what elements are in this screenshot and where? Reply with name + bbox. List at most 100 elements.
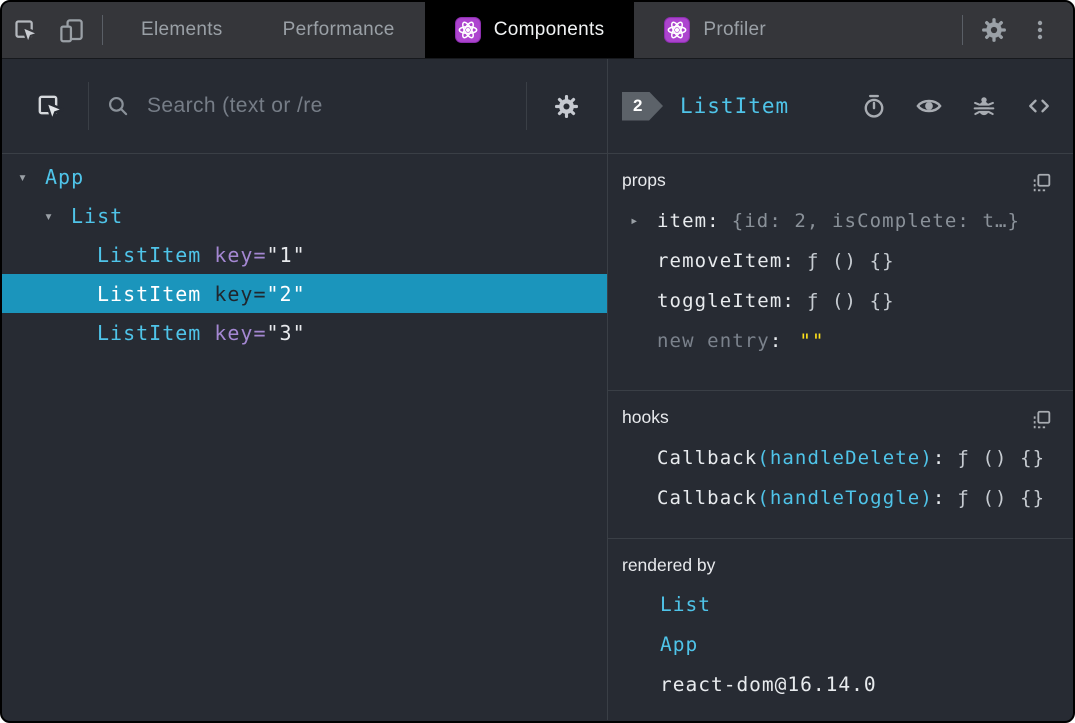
details-header-actions [861, 92, 1053, 120]
rendered-by-app[interactable]: App [616, 624, 1061, 664]
component-name: ListItem [97, 242, 202, 267]
new-entry-name[interactable]: new entry [657, 330, 770, 352]
expander-open-icon[interactable]: ▾ [44, 207, 71, 225]
settings-button[interactable] [971, 2, 1017, 58]
rendered-by-renderer: react-dom@16.14.0 [616, 664, 1061, 704]
key-attribute-value: "2" [266, 281, 306, 306]
hook-value: ƒ () {} [957, 486, 1046, 509]
hook-row-handletoggle: Callback (handleToggle): ƒ () {} [616, 478, 1061, 517]
inspect-dom-button[interactable] [915, 92, 943, 120]
search-input[interactable] [147, 94, 510, 118]
key-attribute-value: "3" [266, 320, 306, 345]
prop-row-new-entry[interactable]: new entry: "" [616, 321, 1061, 360]
renderer-version: react-dom@16.14.0 [660, 672, 877, 696]
hook-row-handledelete: Callback (handleDelete): ƒ () {} [616, 438, 1061, 477]
selected-component-name: ListItem [680, 94, 790, 118]
equals-sign: = [253, 281, 267, 306]
copy-props-button[interactable] [1031, 172, 1053, 194]
select-component-button[interactable] [26, 92, 72, 121]
component-name: ListItem [97, 281, 202, 306]
hook-label: (handleDelete) [757, 446, 933, 469]
details-header: 2 ListItem [608, 59, 1073, 154]
component-name: App [45, 164, 85, 189]
inspect-element-button[interactable] [2, 2, 48, 58]
tree-row-app[interactable]: ▾ App [2, 157, 607, 196]
component-tree: ▾ App ▾ List ListItem key = "1" ListItem key… [2, 154, 607, 352]
tree-row-listitem-3[interactable]: ListItem key = "3" [2, 313, 607, 352]
colon: : [782, 289, 795, 312]
colon: : [932, 446, 946, 469]
eye-icon [915, 92, 943, 120]
toolbar-divider [102, 15, 103, 45]
equals-sign: = [253, 320, 267, 345]
hook-type: Callback [657, 486, 758, 509]
react-logo-icon [664, 17, 691, 43]
tab-label: Elements [141, 19, 223, 40]
tab-profiler[interactable]: Profiler [634, 2, 796, 58]
key-attribute-name: key [214, 320, 254, 345]
key-attribute-name: key [214, 281, 254, 306]
kebab-menu-icon [1028, 18, 1052, 42]
expander-open-icon[interactable]: ▾ [18, 168, 45, 186]
more-options-button[interactable] [1017, 2, 1063, 58]
components-tree-panel: ▾ App ▾ List ListItemkey="1" ListItemkey… [2, 59, 608, 720]
prop-row-item[interactable]: ▸ item: {id: 2, isComplete: t…} [616, 201, 1061, 240]
tree-row-list[interactable]: ▾ List [2, 196, 607, 235]
toolbar-divider [88, 82, 89, 130]
device-toolbar-button[interactable] [48, 2, 94, 58]
hook-label: (handleToggle) [757, 486, 933, 509]
expander-collapsed-icon[interactable]: ▸ [630, 213, 657, 229]
search-icon [105, 93, 131, 119]
inspect-cursor-icon [12, 17, 39, 44]
badge-count: 2 [633, 96, 643, 115]
prop-row-toggleitem: toggleItem: ƒ () {} [616, 281, 1061, 320]
tab-label: Profiler [703, 19, 767, 40]
new-entry-value[interactable]: "" [799, 330, 824, 352]
colon: : [769, 329, 783, 352]
rendered-by-list[interactable]: List [616, 584, 1061, 624]
copy-icon [1031, 409, 1053, 431]
colon: : [782, 249, 795, 272]
tab-elements[interactable]: Elements [111, 2, 253, 58]
component-name: List [71, 203, 124, 228]
tab-performance[interactable]: Performance [253, 2, 425, 58]
prop-row-removeitem: removeItem: ƒ () {} [616, 241, 1061, 280]
component-details-panel: 2 ListItem props ▸ item: {id: 2, isComp… [608, 59, 1073, 720]
prop-value: ƒ () {} [806, 289, 895, 312]
bug-icon [971, 93, 997, 119]
view-source-button[interactable] [1025, 92, 1053, 120]
tree-row-listitem-1[interactable]: ListItem key = "1" [2, 235, 607, 274]
prop-value: {id: 2, isComplete: t…} [731, 209, 1021, 232]
key-attribute-name: key [214, 242, 254, 267]
hook-value: ƒ () {} [957, 446, 1046, 469]
stopwatch-icon [861, 93, 887, 119]
prop-name: toggleItem [657, 289, 783, 312]
log-to-console-button[interactable] [971, 93, 997, 119]
react-logo-icon [454, 17, 481, 43]
tree-settings-button[interactable] [543, 93, 589, 120]
tab-label: Components [493, 19, 605, 40]
copy-hooks-button[interactable] [1031, 409, 1053, 431]
owner-link[interactable]: List [660, 593, 711, 616]
component-name: ListItem [97, 320, 202, 345]
inspect-cursor-icon [35, 92, 64, 121]
tree-toolbar [2, 59, 607, 154]
gear-icon [980, 16, 1008, 44]
owner-link[interactable]: App [660, 633, 698, 656]
owners-stack-badge: 2 [622, 91, 663, 121]
colon: : [707, 209, 720, 232]
tree-row-listitem-2-selected[interactable]: ListItem key = "2" [2, 274, 607, 313]
toolbar-divider [962, 15, 963, 45]
rendered-by-section: rendered by List App react-dom@16.14.0 [608, 539, 1073, 720]
prop-name: removeItem [657, 249, 783, 272]
main-area: ▾ App ▾ List ListItemkey="1" ListItemkey… [2, 59, 1073, 720]
prop-value: ƒ () {} [806, 249, 895, 272]
suspend-toggle-button[interactable] [861, 93, 887, 119]
prop-name: item [657, 209, 708, 232]
props-section: props ▸ item: {id: 2, isComplete: t…} re… [608, 154, 1073, 391]
colon: : [932, 486, 946, 509]
hooks-section: hooks Callback (handleDelete): ƒ () {} C… [608, 391, 1073, 539]
props-section-title: props [622, 170, 666, 190]
devtools-window: Elements Performance Components Profiler… [0, 0, 1075, 723]
tab-components[interactable]: Components [424, 2, 635, 58]
